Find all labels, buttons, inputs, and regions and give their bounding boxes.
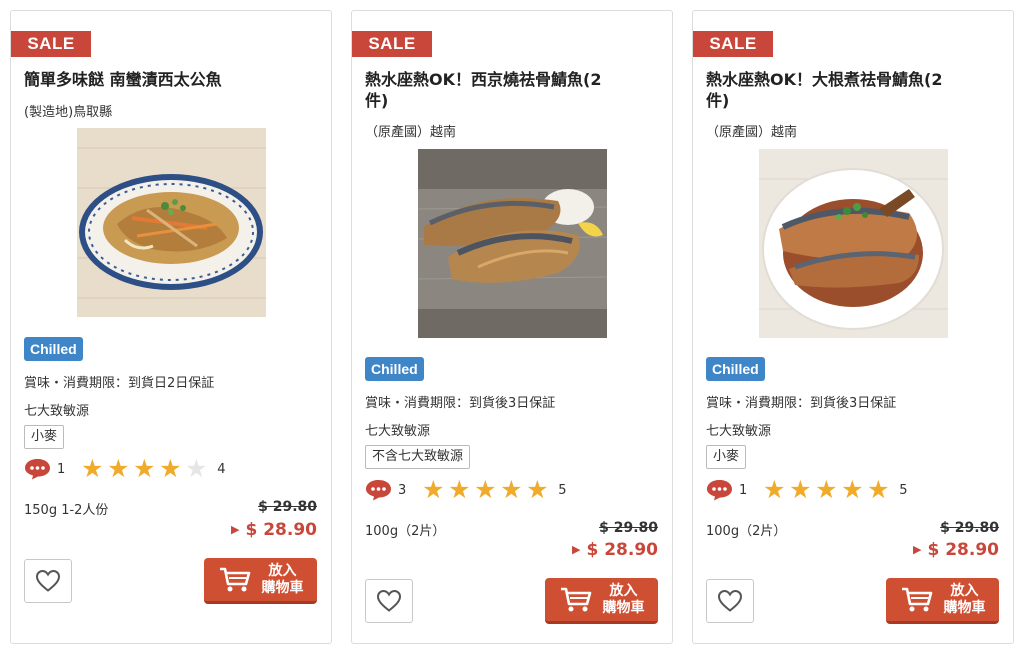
cart-label-line1: 放入 — [609, 582, 638, 599]
add-to-cart-label: 放入 購物車 — [262, 563, 304, 597]
star-filled-icon: ★ — [107, 454, 130, 483]
comment-count[interactable]: 3 — [398, 483, 406, 498]
sale-badge: SALE — [693, 31, 773, 57]
sale-price: ▶ $ 28.90 — [231, 520, 317, 540]
product-image[interactable] — [759, 149, 948, 338]
star-filled-icon: ★ — [815, 475, 838, 504]
price-arrow-icon: ▶ — [572, 543, 581, 556]
product-size: 100g（2片） — [365, 524, 446, 539]
cart-label-line2: 購物車 — [261, 579, 304, 596]
add-to-cart-button[interactable]: 放入 購物車 — [886, 578, 999, 624]
price-arrow-icon: ▶ — [913, 543, 922, 556]
original-price: $ 29.80 — [258, 499, 317, 515]
heart-icon — [717, 589, 743, 612]
rating-row: 3 ★ ★ ★ ★ ★ 5 — [365, 475, 567, 504]
product-title-line[interactable]: 熱水座熱OK！大根煮祛骨鯖魚(2 — [706, 69, 1006, 90]
star-filled-icon: ★ — [763, 475, 786, 504]
cart-label-line1: 放入 — [950, 582, 979, 599]
rating-value: 5 — [558, 482, 567, 498]
allergen-tag: 不含七大致敏源 — [365, 445, 471, 469]
product-card[interactable]: SALE 簡單多味餸 南蠻漬西太公魚 (製造地)鳥取縣 Chilled 賞味・消… — [10, 10, 332, 644]
sale-price: ▶ $ 28.90 — [572, 540, 658, 560]
expiry-info: 賞味・消費期限：到貨日2日保証 — [24, 376, 215, 391]
product-title[interactable]: 簡單多味餸 南蠻漬西太公魚 — [24, 69, 324, 90]
sale-badge: SALE — [352, 31, 432, 57]
sale-badge: SALE — [11, 31, 91, 57]
comment-count[interactable]: 1 — [739, 483, 747, 498]
chilled-badge: Chilled — [24, 337, 83, 361]
product-image[interactable] — [77, 128, 266, 317]
comment-count[interactable]: 1 — [57, 462, 65, 477]
cart-label-line2: 購物車 — [602, 599, 645, 616]
product-title[interactable]: 熱水座熱OK！西京燒祛骨鯖魚(2 件) — [365, 69, 665, 111]
comment-bubble-icon[interactable] — [24, 458, 51, 480]
star-rating: ★ ★ ★ ★ ★ — [420, 475, 550, 504]
star-filled-icon: ★ — [81, 454, 104, 483]
star-rating: ★ ★ ★ ★ ★ — [761, 475, 891, 504]
heart-icon — [376, 589, 402, 612]
star-filled-icon: ★ — [133, 454, 156, 483]
price-arrow-icon: ▶ — [231, 523, 240, 536]
product-image[interactable] — [418, 149, 607, 338]
shopping-cart-icon — [219, 567, 250, 591]
product-card[interactable]: SALE 熱水座熱OK！大根煮祛骨鯖魚(2 件) （原產國）越南 Chilled… — [692, 10, 1014, 644]
heart-icon — [35, 569, 61, 592]
allergen-tag: 小麥 — [24, 425, 65, 449]
star-filled-icon: ★ — [159, 454, 182, 483]
expiry-info: 賞味・消費期限：到貨後3日保証 — [706, 396, 897, 411]
rating-row: 1 ★ ★ ★ ★ ★ 4 — [24, 454, 226, 483]
product-title-line[interactable]: 件) — [706, 90, 1006, 111]
favorite-button[interactable] — [365, 579, 413, 623]
product-origin: （原產國）越南 — [706, 125, 798, 140]
original-price: $ 29.80 — [940, 520, 999, 536]
product-title-line[interactable]: 熱水座熱OK！西京燒祛骨鯖魚(2 — [365, 69, 665, 90]
product-title[interactable]: 熱水座熱OK！大根煮祛骨鯖魚(2 件) — [706, 69, 1006, 111]
comment-bubble-icon[interactable] — [365, 479, 392, 501]
expiry-info: 賞味・消費期限：到貨後3日保証 — [365, 396, 556, 411]
cart-label-line2: 購物車 — [943, 599, 986, 616]
product-title-line[interactable]: 件) — [365, 90, 665, 111]
chilled-badge: Chilled — [706, 357, 765, 381]
product-size: 100g（2片） — [706, 524, 787, 539]
star-filled-icon: ★ — [867, 475, 890, 504]
product-origin: （原產國）越南 — [365, 125, 457, 140]
cart-label-line1: 放入 — [268, 562, 297, 579]
star-filled-icon: ★ — [448, 475, 471, 504]
star-filled-icon: ★ — [474, 475, 497, 504]
rating-value: 4 — [217, 461, 226, 477]
comment-bubble-icon[interactable] — [706, 479, 733, 501]
sale-price: ▶ $ 28.90 — [913, 540, 999, 560]
add-to-cart-button[interactable]: 放入 購物車 — [204, 558, 317, 604]
allergen-tag: 小麥 — [706, 445, 747, 469]
favorite-button[interactable] — [24, 559, 72, 603]
star-rating: ★ ★ ★ ★ ★ — [79, 454, 209, 483]
star-filled-icon: ★ — [526, 475, 549, 504]
star-filled-icon: ★ — [841, 475, 864, 504]
original-price: $ 29.80 — [599, 520, 658, 536]
allergen-heading: 七大致敏源 — [365, 424, 431, 439]
product-origin: (製造地)鳥取縣 — [24, 105, 113, 120]
rating-value: 5 — [899, 482, 908, 498]
allergen-heading: 七大致敏源 — [706, 424, 772, 439]
add-to-cart-button[interactable]: 放入 購物車 — [545, 578, 658, 624]
sale-price-value: $ 28.90 — [245, 520, 317, 540]
product-title-line[interactable]: 簡單多味餸 南蠻漬西太公魚 — [24, 69, 324, 90]
star-filled-icon: ★ — [500, 475, 523, 504]
rating-row: 1 ★ ★ ★ ★ ★ 5 — [706, 475, 908, 504]
star-empty-icon: ★ — [185, 454, 208, 483]
add-to-cart-label: 放入 購物車 — [603, 583, 645, 617]
sale-price-value: $ 28.90 — [927, 540, 999, 560]
star-filled-icon: ★ — [789, 475, 812, 504]
star-filled-icon: ★ — [422, 475, 445, 504]
favorite-button[interactable] — [706, 579, 754, 623]
chilled-badge: Chilled — [365, 357, 424, 381]
shopping-cart-icon — [901, 587, 932, 611]
allergen-heading: 七大致敏源 — [24, 404, 90, 419]
sale-price-value: $ 28.90 — [586, 540, 658, 560]
product-card[interactable]: SALE 熱水座熱OK！西京燒祛骨鯖魚(2 件) （原產國）越南 Chilled… — [351, 10, 673, 644]
shopping-cart-icon — [560, 587, 591, 611]
add-to-cart-label: 放入 購物車 — [944, 583, 986, 617]
product-size: 150g 1-2人份 — [24, 503, 109, 518]
